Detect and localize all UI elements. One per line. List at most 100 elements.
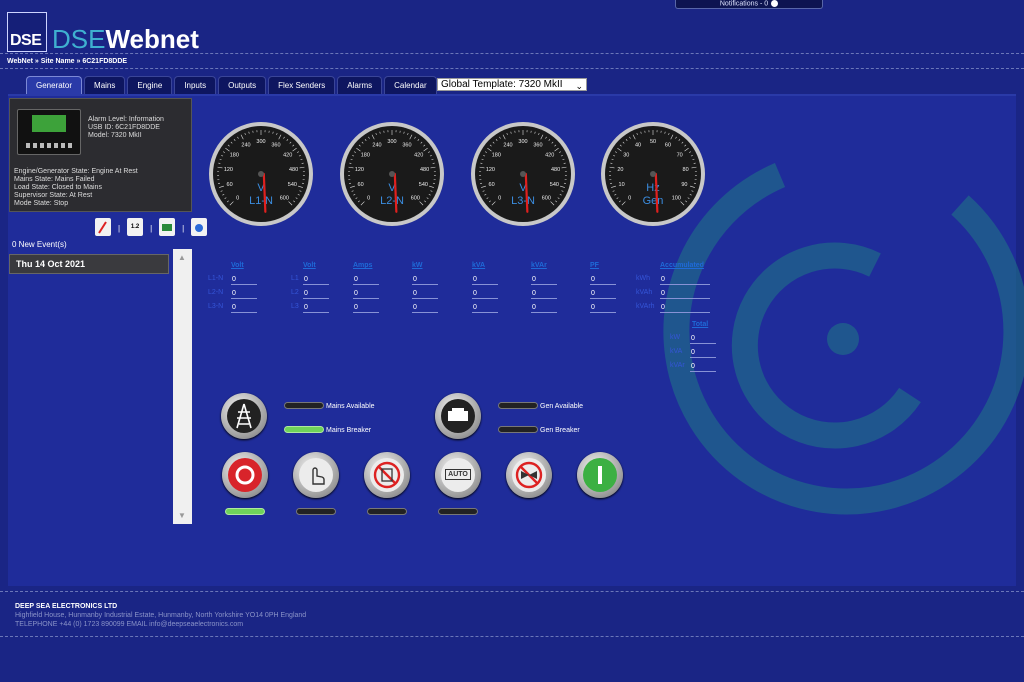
scada-icon[interactable] — [159, 218, 176, 236]
gauge-tick-label: 20 — [617, 167, 623, 173]
accumulated-label: kVArh — [636, 303, 655, 310]
config-icon[interactable]: 1.2 — [127, 218, 144, 236]
events-scrollbar[interactable]: ▲ ▼ — [173, 249, 192, 524]
gauge-tick-label: 60 — [665, 143, 671, 149]
gauge-tick-label: 300 — [256, 139, 265, 145]
measurement-value: 0 — [412, 289, 438, 299]
row-label: L1-N — [208, 275, 224, 282]
tab-mains[interactable]: Mains — [84, 76, 126, 94]
gauge-tick-label: 300 — [387, 139, 396, 145]
measurement-value: 0 — [531, 275, 557, 285]
total-label: kW — [670, 334, 681, 341]
gauge-tick-label: 120 — [224, 167, 233, 173]
column-header: Amps — [353, 262, 373, 269]
module-action-icons: | 1.2 | | — [95, 218, 208, 240]
scroll-down-icon[interactable]: ▼ — [178, 511, 186, 520]
gauge-tick-label: 0 — [498, 195, 501, 201]
column-header: kVA — [472, 262, 486, 269]
gauge-tick-label: 0 — [367, 195, 370, 201]
row-label: L3-N — [208, 303, 224, 310]
new-events-count: 0 New Event(s) — [12, 240, 67, 249]
test-mode-indicator — [367, 508, 407, 515]
upload-icon[interactable] — [191, 218, 208, 236]
accumulated-value: 0 — [660, 275, 710, 285]
mains-available-indicator — [284, 402, 324, 409]
gauge-tick-label: 80 — [683, 167, 689, 173]
column-header: Volt — [231, 262, 244, 269]
gen-breaker-indicator — [498, 426, 538, 433]
test-mode-button[interactable] — [364, 452, 410, 498]
company-contact[interactable]: TELEPHONE +44 (0) 1723 890099 EMAIL info… — [15, 620, 306, 629]
gen-available-label: Gen Available — [540, 403, 584, 410]
gauge-label: L1-N — [249, 195, 273, 207]
template-select[interactable]: Global Template: 7320 MkII ⌄ — [437, 78, 587, 91]
gauge-tick-label: 0 — [236, 195, 239, 201]
measurement-value: 0 — [472, 303, 498, 313]
engine-state: Engine/Generator State: Engine At Rest — [14, 168, 138, 175]
module-info-card: Alarm Level: Information USB ID: 6C21FD8… — [9, 98, 192, 212]
measurement-value: 0 — [472, 275, 498, 285]
gauge-tick-label: 240 — [241, 143, 250, 149]
tab-outputs[interactable]: Outputs — [218, 76, 267, 94]
mains-status-icon — [221, 393, 267, 439]
dse-logo: DSE — [7, 12, 47, 52]
tab-bar: Generator Mains Engine Inputs Outputs Fl… — [26, 76, 437, 94]
gauge-tick-label: 420 — [545, 153, 554, 159]
total-value: 0 — [690, 348, 716, 358]
event-date-header[interactable]: Thu 14 Oct 2021 — [9, 254, 169, 274]
gauge-label: Gen — [643, 195, 664, 207]
gauge-tick-label: 50 — [650, 139, 656, 145]
gauge-tick-label: 300 — [518, 139, 527, 145]
measurement-value: 0 — [590, 289, 616, 299]
column-header: PF — [590, 262, 599, 269]
gauge-tick-label: 100 — [672, 195, 681, 201]
auto-mode-button[interactable]: AUTO — [435, 452, 481, 498]
gauge-tick-label: 480 — [551, 167, 560, 173]
gauge-tick-label: 600 — [280, 195, 289, 201]
divider — [0, 591, 1024, 592]
gauge-tick-label: 360 — [271, 143, 280, 149]
gauge-tick-label: 0 — [628, 195, 631, 201]
gauge-tick-label: 40 — [635, 143, 641, 149]
stop-mode-indicator — [225, 508, 265, 515]
tab-engine[interactable]: Engine — [127, 76, 173, 94]
stop-button[interactable] — [222, 452, 268, 498]
gauge-tick-label: 240 — [503, 143, 512, 149]
gauge-l3: 060120180240300360420480540600VL3-N — [471, 122, 575, 226]
gauge-needle — [262, 172, 267, 213]
scroll-up-icon[interactable]: ▲ — [178, 253, 186, 262]
gauge-tick-label: 480 — [289, 167, 298, 173]
total-label: kVAr — [670, 362, 685, 369]
start-button[interactable] — [577, 452, 623, 498]
gauge-tick-label: 420 — [414, 153, 423, 159]
gauge-tick-label: 60 — [489, 182, 495, 188]
gauge-tick-label: 70 — [677, 153, 683, 159]
gen-breaker-label: Gen Breaker — [540, 427, 580, 434]
notifications-label: Notifications - 0 — [719, 0, 769, 8]
tab-inputs[interactable]: Inputs — [174, 76, 217, 94]
breaker-control-button[interactable] — [506, 452, 552, 498]
gauge-tick-label: 540 — [550, 182, 559, 188]
alarm-log-icon[interactable] — [95, 218, 111, 236]
tab-alarms[interactable]: Alarms — [337, 76, 383, 94]
mains-breaker-label: Mains Breaker — [326, 427, 372, 434]
tab-calendar[interactable]: Calendar — [384, 76, 437, 94]
gauge-tick-label: 540 — [419, 182, 428, 188]
tab-flex-senders[interactable]: Flex Senders — [268, 76, 336, 94]
generator-status-icon — [435, 393, 481, 439]
column-header: Accumulated — [660, 262, 704, 269]
total-label: kVA — [670, 348, 683, 355]
controller-module-image — [17, 109, 81, 155]
total-value: 0 — [690, 334, 716, 344]
supervisor-state: Supervisor State: At Rest — [14, 192, 93, 199]
gauge-tick-label: 60 — [227, 182, 233, 188]
gauge-frequency: 0 10 20 30 40 50 60 70 80 90 100 HzGen — [601, 122, 705, 226]
measurement-value: 0 — [303, 303, 329, 313]
company-address: Highfield House, Hunmanby Industrial Est… — [15, 612, 307, 619]
breadcrumb[interactable]: WebNet » Site Name » 6C21FD8DDE — [7, 58, 127, 65]
gauge-tick-label: 180 — [230, 153, 239, 159]
footer: DEEP SEA ELECTRONICS LTD Highfield House… — [15, 602, 306, 629]
manual-mode-button[interactable] — [293, 452, 339, 498]
notifications-button[interactable]: Notifications - 0 — [675, 0, 823, 9]
tab-generator[interactable]: Generator — [26, 76, 83, 94]
